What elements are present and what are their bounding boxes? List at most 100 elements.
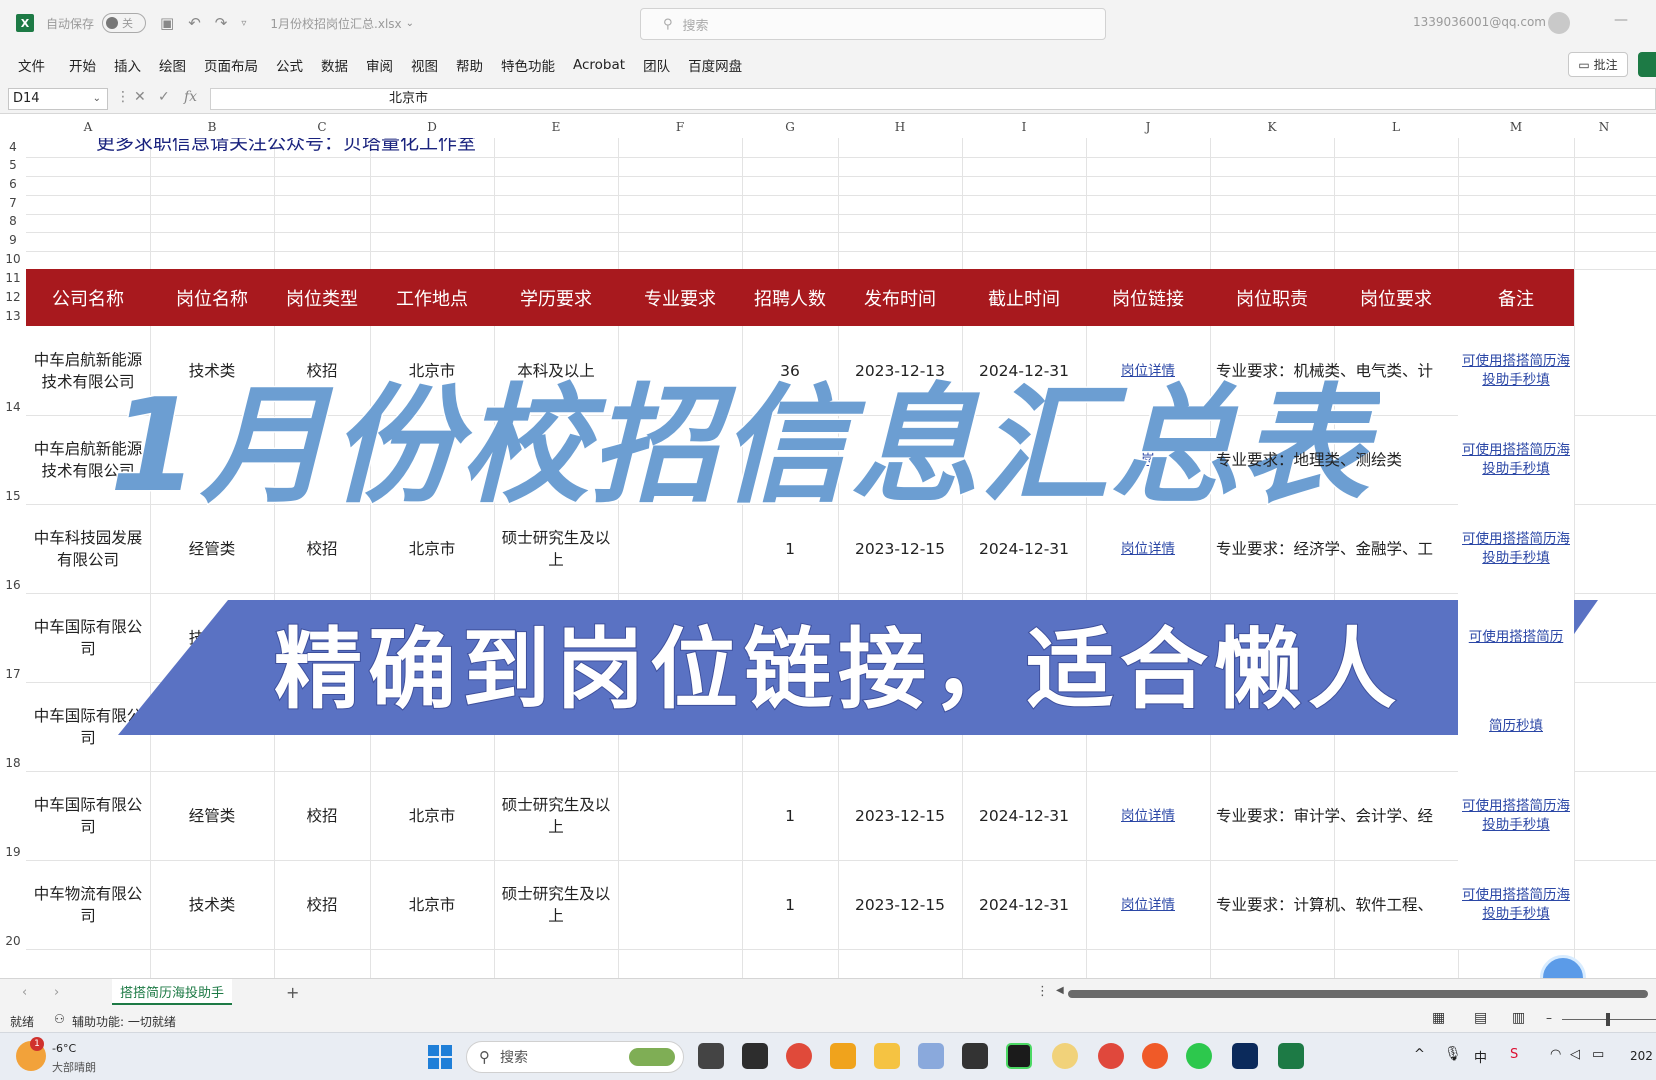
photoshop-icon[interactable] (1232, 1043, 1258, 1069)
note-link[interactable]: 可使用搭搭简历海投助手秒填 (1458, 415, 1574, 504)
table-cell-deadline[interactable]: 2024-12-31 (962, 860, 1086, 949)
note-link[interactable]: 简历秒填 (1458, 682, 1574, 771)
note-link[interactable]: 可使用搭搭简历海投助手秒填 (1458, 771, 1574, 860)
column-header-m[interactable]: M (1458, 120, 1574, 138)
task-view-icon[interactable] (698, 1043, 724, 1069)
chevron-down-icon[interactable]: ⌄ (406, 18, 414, 29)
table-header-cell[interactable]: 备注 (1458, 269, 1574, 326)
table-header-cell[interactable]: 岗位链接 (1086, 269, 1210, 326)
excel-icon[interactable] (1278, 1043, 1304, 1069)
zoom-out-icon[interactable]: – (1546, 1011, 1552, 1025)
table-cell-position[interactable]: 技术类 (150, 860, 274, 949)
table-cell-major[interactable] (618, 860, 742, 949)
account-email[interactable]: 1339036001@qq.com (1413, 15, 1546, 29)
table-header-cell[interactable]: 专业要求 (618, 269, 742, 326)
page-layout-view-icon[interactable]: ▤ (1474, 1010, 1487, 1026)
formula-input[interactable]: 北京市 (210, 88, 1656, 110)
table-cell-duty[interactable]: 专业要求：计算机、软件工程、 (1210, 860, 1458, 949)
sheet-tab[interactable]: 搭搭简历海投助手 (112, 979, 233, 1005)
comment-button[interactable]: ▭ 批注 (1568, 52, 1628, 77)
customize-toolbar-icon[interactable]: ▿ (241, 18, 246, 29)
table-cell-company[interactable]: 中车物流有限公司 (26, 860, 150, 949)
column-header-e[interactable]: E (494, 120, 618, 138)
table-cell-count[interactable]: 1 (742, 771, 838, 860)
table-header-cell[interactable]: 招聘人数 (742, 269, 838, 326)
table-header-cell[interactable]: 岗位职责 (1210, 269, 1334, 326)
app-icon[interactable] (918, 1043, 944, 1069)
column-header-b[interactable]: B (150, 120, 274, 138)
wechat-icon[interactable] (1186, 1043, 1212, 1069)
worksheet-grid[interactable]: 更多求职信息请关注公众号：贝塔量化工作室 公司名称 岗位名称 岗位类型 工作地点… (26, 138, 1656, 978)
row-header[interactable]: 5 (0, 158, 26, 172)
tab-home[interactable]: 开始 (69, 55, 96, 75)
note-link[interactable]: 可使用搭搭简历海投助手秒填 (1458, 860, 1574, 949)
clock[interactable]: 202 (1630, 1049, 1653, 1063)
search-box[interactable]: ⚲ 搜索 (640, 8, 1106, 40)
table-cell-education[interactable]: 硕士研究生及以上 (494, 860, 618, 949)
microphone-icon[interactable]: 🎙 (1444, 1046, 1462, 1062)
row-header[interactable]: 15 (0, 489, 26, 503)
page-break-view-icon[interactable]: ▥ (1512, 1010, 1525, 1026)
prev-sheet-icon[interactable]: ‹ (22, 985, 27, 1000)
row-header[interactable]: 19 (0, 845, 26, 859)
app-icon[interactable] (742, 1043, 768, 1069)
table-header-cell[interactable]: 岗位要求 (1334, 269, 1458, 326)
tab-formulas[interactable]: 公式 (276, 55, 303, 75)
row-header[interactable]: 20 (0, 934, 26, 948)
table-header-cell[interactable]: 学历要求 (494, 269, 618, 326)
row-header[interactable]: 14 (0, 400, 26, 414)
tab-data[interactable]: 数据 (321, 55, 348, 75)
save-icon[interactable]: ▣ (160, 14, 174, 32)
scroll-left-icon[interactable]: ◀ (1056, 985, 1064, 996)
row-header[interactable]: 18 (0, 756, 26, 770)
more-options-icon[interactable]: ⋮ (1036, 984, 1049, 999)
name-box[interactable]: D14 ⌄ (8, 88, 108, 110)
file-explorer-icon[interactable] (874, 1043, 900, 1069)
tab-insert[interactable]: 插入 (114, 55, 141, 75)
chevron-up-icon[interactable]: ^ (1414, 1047, 1425, 1062)
ime-icon[interactable]: 中 (1474, 1047, 1487, 1066)
table-header-cell[interactable]: 发布时间 (838, 269, 962, 326)
autosave-toggle[interactable]: 关 (102, 13, 147, 33)
column-header-l[interactable]: L (1334, 120, 1458, 138)
volume-icon[interactable]: ◁ (1570, 1047, 1580, 1062)
note-link[interactable]: 可使用搭搭简历海投助手秒填 (1458, 326, 1574, 415)
tab-baidu-netdisk[interactable]: 百度网盘 (688, 55, 742, 75)
row-header[interactable]: 11 (0, 271, 26, 285)
minimize-icon[interactable]: — (1614, 12, 1628, 28)
normal-view-icon[interactable]: ▦ (1432, 1010, 1445, 1026)
column-header-n[interactable]: N (1574, 120, 1634, 138)
next-sheet-icon[interactable]: › (54, 985, 59, 1000)
avatar[interactable] (1548, 12, 1570, 34)
accessibility-status[interactable]: 辅助功能: 一切就绪 (72, 1013, 176, 1030)
table-cell-duty[interactable]: 专业要求：地理类、测绘类 (1210, 415, 1458, 504)
pycharm-icon[interactable] (1006, 1043, 1032, 1069)
row-header[interactable]: 10 (0, 252, 26, 266)
start-button[interactable] (428, 1045, 452, 1069)
table-cell-education[interactable]: 硕士研究生及以上 (494, 771, 618, 860)
job-link[interactable]: 岗位详情 (1086, 860, 1210, 949)
column-header-h[interactable]: H (838, 120, 962, 138)
tab-review[interactable]: 审阅 (366, 55, 393, 75)
row-header[interactable]: 8 (0, 214, 26, 228)
table-cell-major[interactable] (618, 771, 742, 860)
row-header[interactable]: 6 (0, 177, 26, 191)
wifi-icon[interactable]: ◠ (1550, 1047, 1561, 1062)
row-header[interactable]: 9 (0, 233, 26, 247)
tab-help[interactable]: 帮助 (456, 55, 483, 75)
row-header[interactable]: 7 (0, 196, 26, 210)
table-cell-publish[interactable]: 2023-12-15 (838, 771, 962, 860)
tab-page-layout[interactable]: 页面布局 (204, 55, 258, 75)
table-cell-type[interactable]: 校招 (274, 771, 370, 860)
tab-acrobat[interactable]: Acrobat (573, 57, 625, 73)
app-icon[interactable] (1142, 1043, 1168, 1069)
column-header-d[interactable]: D (370, 120, 494, 138)
row-header[interactable]: 13 (0, 309, 26, 323)
row-header[interactable]: 4 (0, 140, 26, 154)
tab-draw[interactable]: 绘图 (159, 55, 186, 75)
horizontal-scrollbar[interactable] (1068, 990, 1648, 998)
table-cell-location[interactable]: 北京市 (370, 771, 494, 860)
table-header-cell[interactable]: 岗位名称 (150, 269, 274, 326)
enter-icon[interactable]: ✓ (158, 89, 170, 105)
table-cell-type[interactable]: 校招 (274, 860, 370, 949)
